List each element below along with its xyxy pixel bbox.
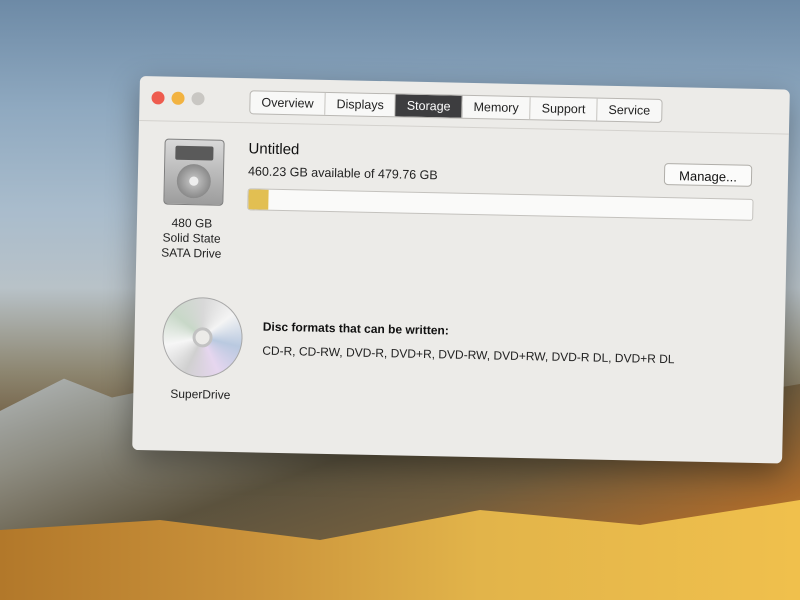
close-button[interactable] bbox=[151, 91, 165, 105]
disc-formats-title: Disc formats that can be written: bbox=[262, 319, 449, 338]
tab-memory[interactable]: Memory bbox=[462, 95, 531, 120]
storage-usage-bar bbox=[247, 188, 754, 221]
manage-button[interactable]: Manage... bbox=[663, 162, 753, 187]
hard-drive-icon bbox=[163, 138, 225, 206]
disc-center-hole bbox=[192, 327, 213, 348]
drive-platter bbox=[176, 163, 212, 199]
storage-usage-fill bbox=[248, 189, 269, 210]
disc-formats-list: CD-R, CD-RW, DVD-R, DVD+R, DVD-RW, DVD+R… bbox=[262, 343, 675, 367]
titlebar: Overview Displays Storage Memory Support… bbox=[139, 76, 790, 135]
volume-name: Untitled bbox=[248, 140, 300, 159]
tab-bar: Overview Displays Storage Memory Support… bbox=[249, 90, 663, 123]
tab-storage[interactable]: Storage bbox=[395, 94, 463, 118]
zoom-button[interactable] bbox=[191, 92, 205, 106]
about-this-mac-window: Overview Displays Storage Memory Support… bbox=[132, 76, 790, 464]
drive-description: 480 GB Solid State SATA Drive bbox=[146, 215, 237, 262]
drive-type-line2: SATA Drive bbox=[161, 245, 222, 261]
tab-displays[interactable]: Displays bbox=[325, 92, 397, 117]
optical-disc-icon bbox=[161, 296, 244, 379]
tab-support[interactable]: Support bbox=[530, 97, 598, 121]
volume-availability: 460.23 GB available of 479.76 GB bbox=[247, 164, 438, 183]
tab-service[interactable]: Service bbox=[597, 99, 661, 122]
tab-overview[interactable]: Overview bbox=[250, 91, 326, 115]
drive-slot bbox=[175, 145, 214, 161]
minimize-button[interactable] bbox=[171, 91, 185, 105]
optical-drive-name: SuperDrive bbox=[170, 386, 231, 402]
